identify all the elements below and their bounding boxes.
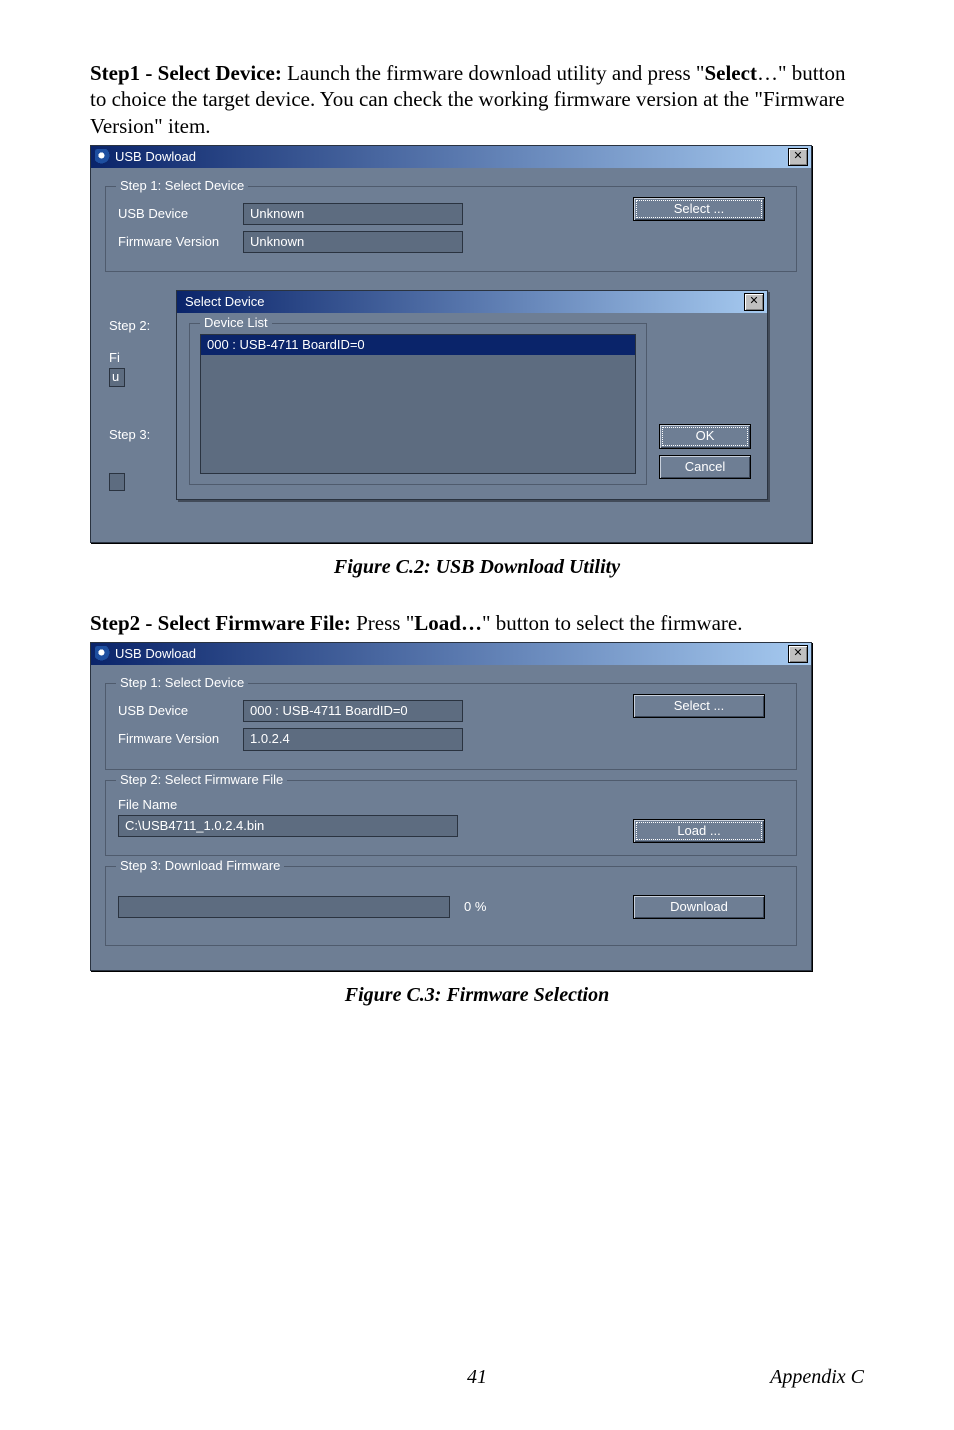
- fw-version-label: Firmware Version: [118, 234, 243, 250]
- step3-fragment: Step 3:: [109, 427, 150, 443]
- step2-bold2: Load…: [414, 611, 482, 635]
- titlebar: USB Dowload ✕: [91, 146, 811, 168]
- fw-version-label: Firmware Version: [118, 731, 243, 747]
- usb-download-dialog-1: USB Dowload ✕ Step 1: Select Device USB …: [90, 145, 812, 543]
- figure-caption-2: Figure C.3: Firmware Selection: [90, 983, 864, 1008]
- close-icon[interactable]: ✕: [788, 645, 808, 663]
- step1-bold2: Select: [704, 61, 756, 85]
- app-icon: [95, 149, 111, 165]
- usb-device-label: USB Device: [118, 206, 243, 222]
- progress-percent: 0 %: [464, 899, 486, 915]
- ok-button[interactable]: OK: [659, 424, 751, 448]
- group-step1-legend: Step 1: Select Device: [116, 675, 248, 691]
- step2-paragraph: Step2 - Select Firmware File: Press "Loa…: [90, 610, 864, 636]
- device-list-legend: Device List: [200, 315, 272, 331]
- close-icon[interactable]: ✕: [788, 148, 808, 166]
- fi-fragment: Fi: [109, 350, 150, 366]
- child-titlebar: Select Device ✕: [177, 291, 767, 313]
- section-label: Appendix C: [770, 1365, 864, 1390]
- group-step2: Step 2: Select Firmware File File Name C…: [105, 780, 797, 857]
- step1-paragraph: Step1 - Select Device: Launch the firmwa…: [90, 60, 864, 139]
- page-footer: 41 Appendix C: [90, 1365, 864, 1390]
- app-icon: [95, 646, 111, 662]
- figure-caption-1: Figure C.2: USB Download Utility: [90, 555, 864, 580]
- group-step1: Step 1: Select Device USB Device Unknown…: [105, 186, 797, 273]
- close-icon[interactable]: ✕: [744, 293, 764, 311]
- window-title: USB Dowload: [115, 646, 788, 662]
- group-step3-legend: Step 3: Download Firmware: [116, 858, 284, 874]
- progress-bar: [118, 896, 450, 918]
- titlebar: USB Dowload ✕: [91, 643, 811, 665]
- usb-device-label: USB Device: [118, 703, 243, 719]
- fw-version-field[interactable]: Unknown: [243, 231, 463, 253]
- page-number: 41: [467, 1365, 487, 1390]
- step2-fragment: Step 2:: [109, 318, 150, 334]
- step2-bold: Step2 - Select Firmware File:: [90, 611, 351, 635]
- empty-fragment: [109, 473, 125, 491]
- select-button[interactable]: Select ...: [633, 197, 765, 221]
- select-button[interactable]: Select ...: [633, 694, 765, 718]
- window-title: USB Dowload: [115, 149, 788, 165]
- step2-t2: " button to select the firmware.: [482, 611, 743, 635]
- step1-bold: Step1 - Select Device:: [90, 61, 282, 85]
- file-name-label: File Name: [118, 797, 177, 813]
- load-button[interactable]: Load ...: [633, 819, 765, 843]
- group-step2-legend: Step 2: Select Firmware File: [116, 772, 287, 788]
- usb-download-dialog-2: USB Dowload ✕ Step 1: Select Device USB …: [90, 642, 812, 971]
- u-fragment: u: [109, 368, 125, 386]
- step1-t1: Launch the firmware download utility and…: [282, 61, 705, 85]
- list-item[interactable]: 000 : USB-4711 BoardID=0: [201, 335, 635, 355]
- usb-device-field[interactable]: 000 : USB-4711 BoardID=0: [243, 700, 463, 722]
- group-step1: Step 1: Select Device USB Device 000 : U…: [105, 683, 797, 770]
- device-listbox[interactable]: 000 : USB-4711 BoardID=0: [200, 334, 636, 474]
- cancel-button[interactable]: Cancel: [659, 455, 751, 479]
- child-title: Select Device: [181, 294, 744, 310]
- select-device-dialog: Select Device ✕ Device List 000 : USB-47…: [176, 290, 768, 500]
- usb-device-field[interactable]: Unknown: [243, 203, 463, 225]
- step2-t1: Press ": [351, 611, 414, 635]
- download-button[interactable]: Download: [633, 895, 765, 919]
- group-step3: Step 3: Download Firmware 0 % Download: [105, 866, 797, 946]
- file-name-field[interactable]: C:\USB4711_1.0.2.4.bin: [118, 815, 458, 837]
- group-step1-legend: Step 1: Select Device: [116, 178, 248, 194]
- fw-version-field[interactable]: 1.0.2.4: [243, 728, 463, 750]
